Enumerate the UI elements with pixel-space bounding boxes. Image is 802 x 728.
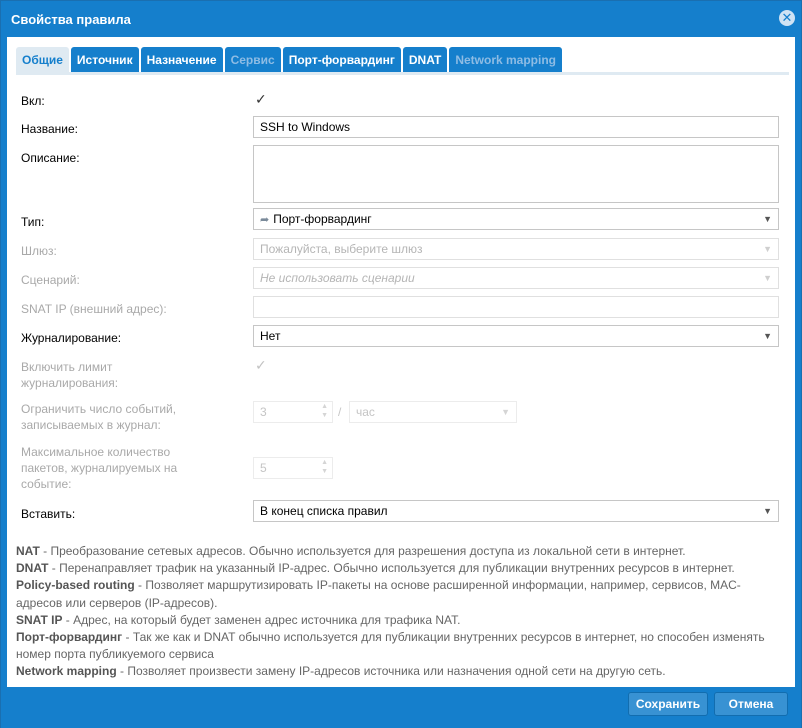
help-term: Network mapping	[16, 664, 117, 679]
logging-value: Нет	[260, 329, 281, 343]
help-entry: Порт-форвардинг - Так же как и DNAT обыч…	[16, 629, 786, 663]
help-text: NAT - Преобразование сетевых адресов. Об…	[16, 543, 786, 681]
help-term: NAT	[16, 544, 40, 558]
save-button[interactable]: Сохранить	[628, 692, 708, 716]
logging-limit-label-line1: Включить лимит	[21, 360, 113, 374]
logging-select[interactable]: Нет ▼	[253, 325, 779, 347]
tabs: Общие Источник Назначение Сервис Порт-форвар…	[16, 47, 564, 73]
gateway-placeholder: Пожалуйста, выберите шлюз	[260, 242, 423, 256]
spinner-arrows-icon[interactable]: ▲ ▼	[321, 458, 328, 476]
share-arrow-icon: ➦	[260, 214, 270, 226]
type-select[interactable]: ➦ Порт-форвардинг ▼	[253, 208, 779, 230]
events-limit-label-line1: Ограничить число событий,	[21, 402, 177, 416]
events-unit-select[interactable]: час ▼	[349, 401, 517, 423]
cancel-button[interactable]: Отмена	[714, 692, 788, 716]
tab-0[interactable]: Общие	[16, 47, 69, 73]
events-unit-value: час	[356, 405, 375, 419]
help-term: SNAT IP	[16, 612, 63, 627]
dialog-footer: Сохранить Отмена	[1, 687, 801, 728]
help-entry: Network mapping - Позволяет произвести з…	[16, 663, 786, 680]
description-field[interactable]	[253, 145, 779, 203]
logging-limit-label: Включить лимит журналирования:	[21, 359, 118, 391]
type-label: Тип:	[21, 215, 45, 229]
packets-count-spinner[interactable]: 5 ▲ ▼	[253, 457, 333, 479]
help-description: - Так же как и DNAT обычно используется …	[16, 630, 765, 662]
snat-ip-label: SNAT IP (внешний адрес):	[21, 302, 167, 316]
enabled-checkbox[interactable]: ✓	[255, 92, 269, 106]
tab-5[interactable]: DNAT	[402, 47, 448, 73]
tab-4[interactable]: Порт-форвардинг	[282, 47, 401, 73]
gateway-label: Шлюз:	[21, 244, 57, 258]
dialog-body: Общие Источник Назначение Сервис Порт-форвар…	[7, 37, 795, 687]
help-term: DNAT	[16, 561, 49, 576]
logging-limit-checkbox[interactable]: ✓	[255, 358, 269, 372]
packets-count-value: 5	[260, 461, 267, 475]
packets-limit-label-line3: событие:	[21, 477, 72, 491]
help-description: - Перенаправляет трафик на указанный IP-…	[48, 561, 735, 576]
dialog-title: Свойства правила	[11, 12, 131, 27]
tab-2[interactable]: Назначение	[140, 47, 223, 73]
logging-label: Журналирование:	[21, 331, 122, 345]
scenario-label: Сценарий:	[21, 273, 80, 287]
close-icon[interactable]: ✕	[779, 10, 795, 26]
help-entry: Policy-based routing - Позволяет маршрут…	[16, 577, 786, 611]
events-count-value: 3	[260, 405, 267, 419]
help-description: - Преобразование сетевых адресов. Обычно…	[39, 544, 686, 558]
name-field[interactable]: SSH to Windows	[253, 116, 779, 138]
scenario-placeholder: Не использовать сценарии	[260, 271, 415, 285]
chevron-down-icon[interactable]: ▼	[763, 209, 772, 229]
help-term: Порт-форвардинг	[16, 630, 123, 645]
help-entry: DNAT - Перенаправляет трафик на указанны…	[16, 560, 786, 577]
packets-limit-label-line2: пакетов, журналируемых на	[21, 461, 178, 475]
tab-strip: Общие Источник Назначение Сервис Порт-форвар…	[7, 37, 795, 75]
rule-properties-dialog: Свойства правила ✕ Общие Источник Назначен…	[0, 0, 802, 728]
gateway-select[interactable]: Пожалуйста, выберите шлюз ▼	[253, 238, 779, 260]
insert-label: Вставить:	[21, 507, 76, 521]
chevron-down-icon[interactable]: ▼	[763, 501, 772, 521]
tab-1[interactable]: Источник	[70, 47, 139, 73]
type-value: Порт-форвардинг	[273, 212, 372, 226]
tab-6: Network mapping	[449, 47, 562, 73]
logging-limit-label-line2: журналирования:	[21, 376, 119, 390]
chevron-down-icon[interactable]: ▼	[501, 402, 510, 422]
enabled-label: Вкл:	[21, 94, 45, 108]
snat-ip-field[interactable]	[253, 296, 779, 318]
tab-3: Сервис	[224, 47, 281, 73]
name-label: Название:	[21, 122, 78, 136]
description-label: Описание:	[21, 151, 80, 165]
chevron-down-icon[interactable]: ▼	[763, 326, 772, 346]
dialog-titlebar[interactable]: Свойства правила ✕	[1, 1, 801, 37]
help-entry: SNAT IP - Адрес, на который будет замене…	[16, 612, 786, 629]
events-limit-label: Ограничить число событий, записываемых в…	[21, 401, 176, 433]
help-entry: NAT - Преобразование сетевых адресов. Об…	[16, 543, 786, 560]
insert-value: В конец списка правил	[260, 504, 388, 518]
events-count-spinner[interactable]: 3 ▲ ▼	[253, 401, 333, 423]
help-description: - Позволяет произвести замену IP-адресов…	[116, 664, 666, 679]
help-term: Policy-based routing	[16, 578, 135, 593]
chevron-down-icon[interactable]: ▼	[763, 239, 772, 259]
packets-limit-label: Максимальное количество пакетов, журнали…	[21, 444, 177, 492]
spinner-arrows-icon[interactable]: ▲ ▼	[321, 402, 328, 420]
help-description: - Адрес, на который будет заменен адрес …	[62, 612, 461, 627]
general-form: Вкл: ✓ Название: SSH to Windows Описание…	[7, 75, 795, 535]
scenario-select[interactable]: Не использовать сценарии ▼	[253, 267, 779, 289]
events-separator: /	[338, 405, 342, 419]
chevron-down-icon[interactable]: ▼	[763, 268, 772, 288]
packets-limit-label-line1: Максимальное количество	[21, 445, 171, 459]
insert-select[interactable]: В конец списка правил ▼	[253, 500, 779, 522]
events-limit-label-line2: записываемых в журнал:	[21, 418, 161, 432]
